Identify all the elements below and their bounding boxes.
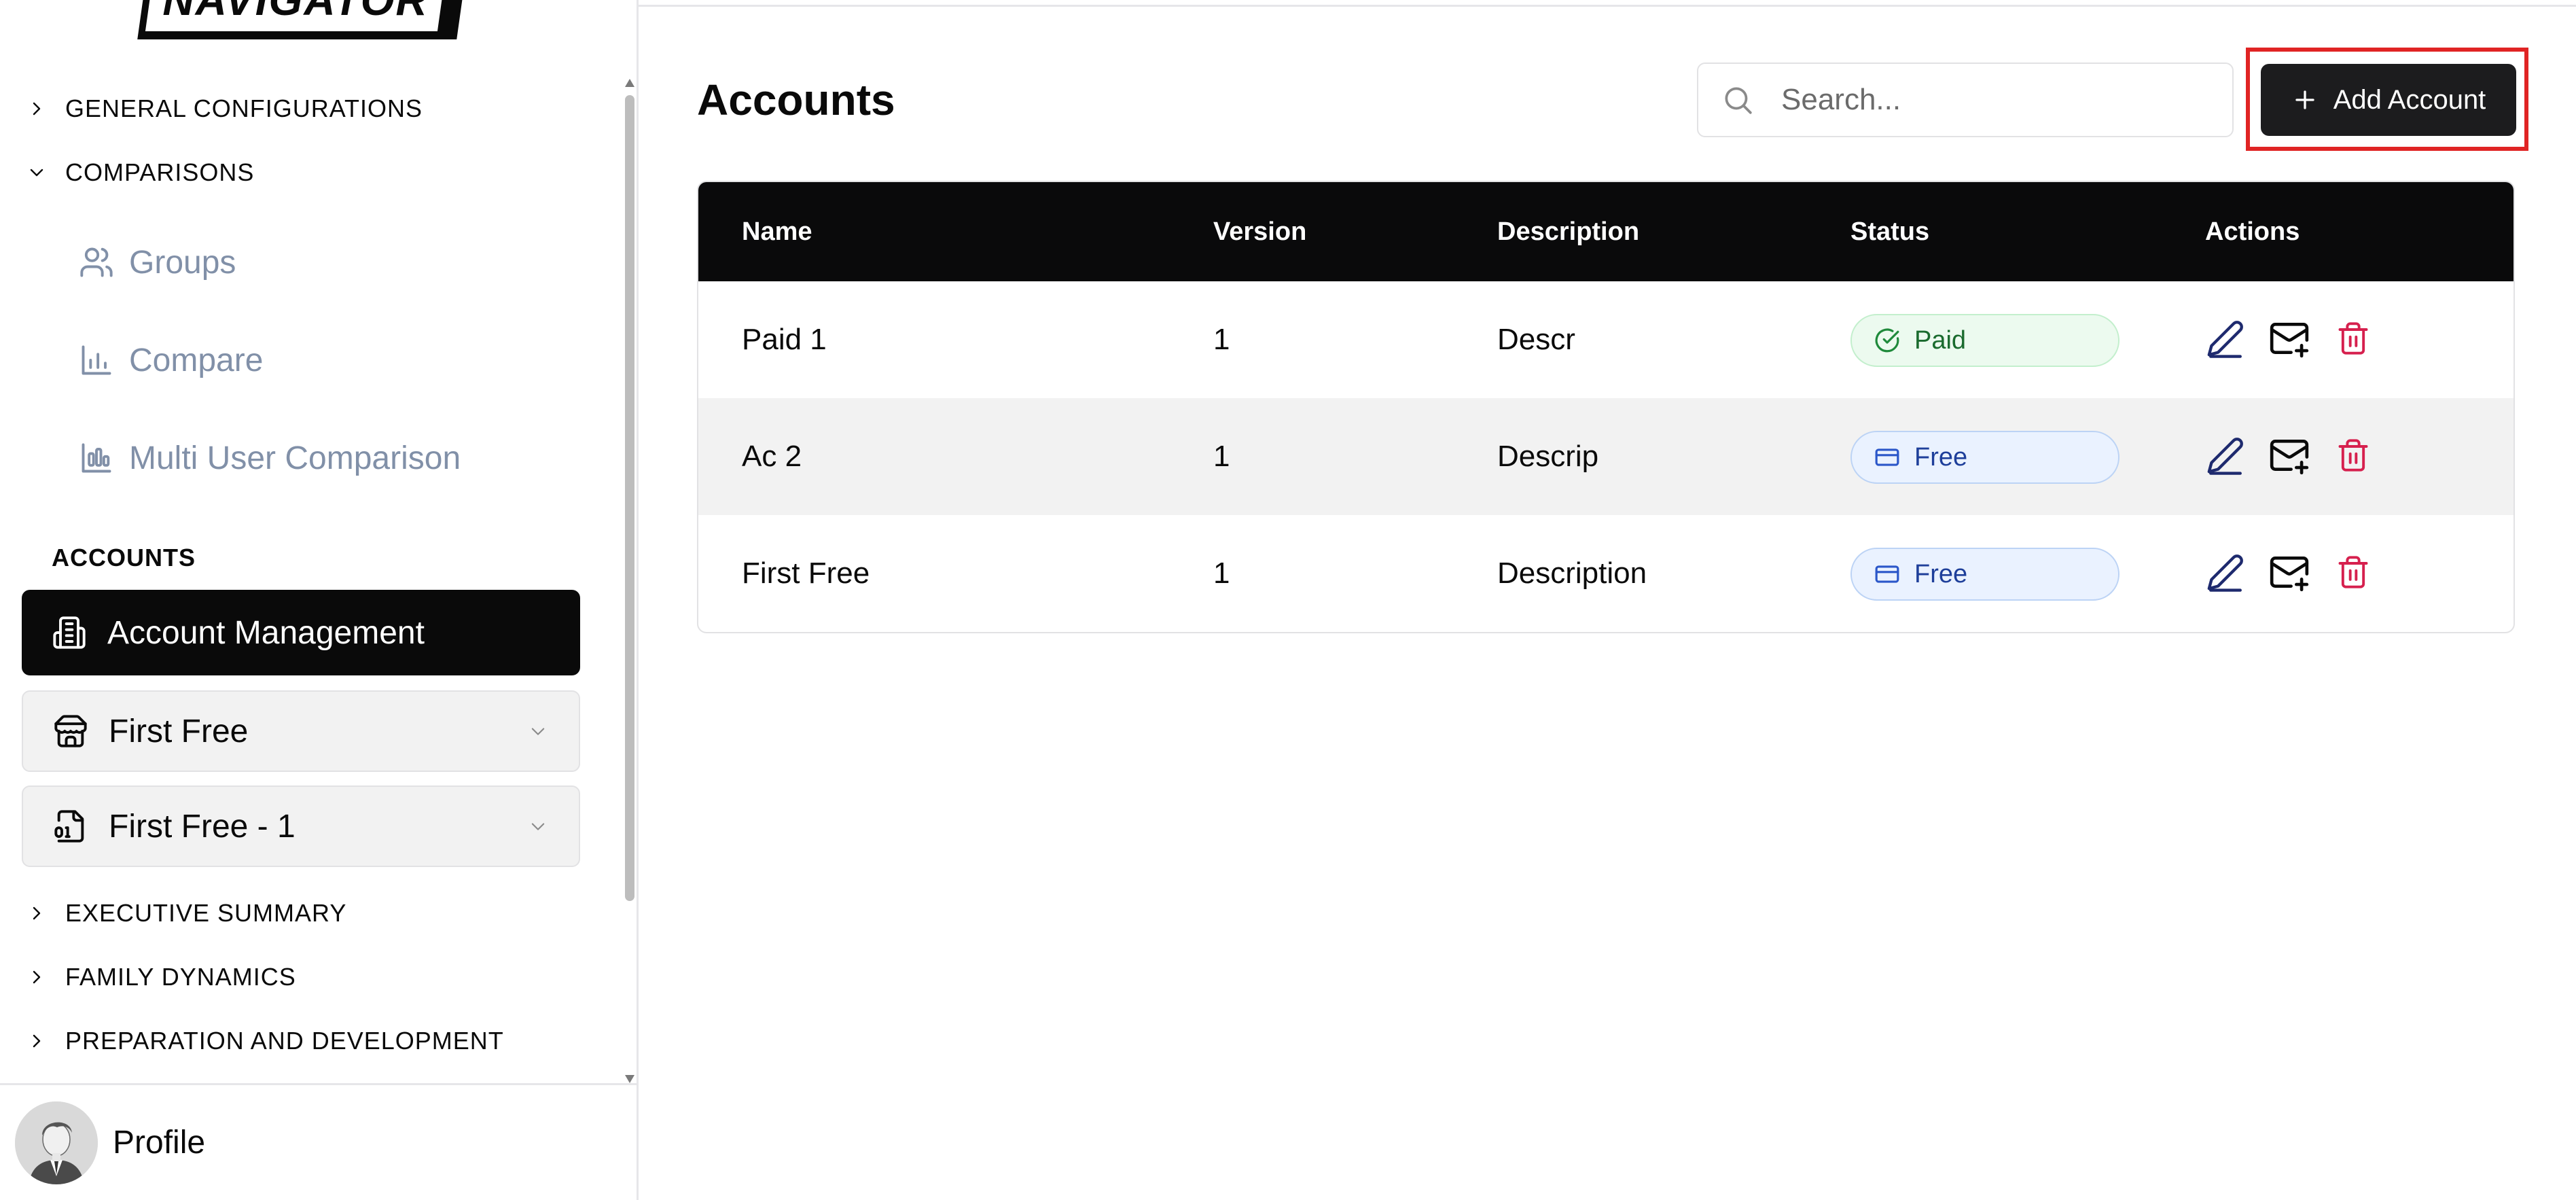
file-binary-icon [50,806,91,847]
page-title: Accounts [697,75,895,124]
column-header-name: Name [742,217,812,246]
table-row: Ac 2 1 Descrip Free [698,398,2514,515]
row-actions [2204,311,2395,366]
sidebar: NAVIGATOR GENERAL CONFIGURATIONS COMPARI… [0,0,639,1200]
version-select-value: First Free - 1 [109,808,296,845]
section-executive-summary[interactable]: EXECUTIVE SUMMARY [24,893,346,934]
profile-label: Profile [113,1125,206,1161]
cell-description: Description [1497,557,1647,590]
chevron-down-icon [524,813,552,840]
chevron-down-icon [24,160,49,185]
mail-plus-icon[interactable] [2268,550,2311,594]
chevron-right-icon [24,901,49,925]
section-label: EXECUTIVE SUMMARY [65,899,347,927]
search-box[interactable] [1697,63,2234,137]
section-label: FAMILY DYNAMICS [65,963,296,991]
cell-name: Ac 2 [742,440,802,473]
row-actions [2204,428,2395,482]
section-comparisons[interactable]: COMPARISONS [24,152,254,193]
nav-item-account-management[interactable]: Account Management [22,590,580,675]
search-icon [1719,81,1757,119]
section-label: GENERAL CONFIGURATIONS [65,94,423,122]
cell-version: 1 [1213,440,1230,473]
edit-icon[interactable] [2204,550,2247,594]
cell-name: Paid 1 [742,323,827,356]
nav-item-label: Compare [129,342,264,378]
section-label: COMPARISONS [65,158,255,186]
column-header-status: Status [1850,217,1930,246]
credit-card-icon [1874,561,1901,588]
chevron-right-icon [24,1029,49,1053]
column-header-version: Version [1213,217,1307,246]
status-badge: Free [1850,548,2119,601]
building-icon [49,612,90,653]
status-label: Paid [1914,325,1967,355]
scroll-down-arrow-icon[interactable] [625,1075,634,1083]
bar-chart-icon [76,340,117,381]
nav-item-label: Account Management [107,614,425,651]
logo: NAVIGATOR [137,0,465,39]
chevron-right-icon [24,965,49,989]
section-preparation-and-development[interactable]: PREPARATION AND DEVELOPMENT [24,1021,504,1061]
sidebar-scrollbar[interactable] [622,79,637,1083]
header-divider [639,0,2576,7]
chevron-right-icon [24,96,49,121]
row-actions [2204,545,2395,599]
cell-description: Descrip [1497,440,1599,473]
cell-name: First Free [742,557,870,590]
scroll-up-arrow-icon[interactable] [625,79,634,87]
table-header: Name Version Description Status Actions [698,182,2514,281]
accounts-heading: ACCOUNTS [52,544,196,571]
section-general-configurations[interactable]: GENERAL CONFIGURATIONS [24,88,423,129]
grouped-bar-chart-icon [76,438,117,478]
status-badge: Free [1850,431,2119,484]
trash-icon[interactable] [2331,317,2375,360]
cell-version: 1 [1213,323,1230,356]
chevron-down-icon [524,718,552,745]
status-label: Free [1914,442,1968,472]
accounts-table: Name Version Description Status Actions … [697,181,2515,633]
check-circle-icon [1874,327,1901,354]
cell-version: 1 [1213,557,1230,590]
logo-text: NAVIGATOR [162,0,429,24]
cell-description: Descr [1497,323,1575,356]
add-account-label: Add Account [2333,84,2486,115]
table-row: First Free 1 Description Free [698,515,2514,632]
profile-button[interactable]: Profile [0,1083,637,1200]
users-icon [76,242,117,283]
scrollbar-thumb[interactable] [625,95,634,901]
main-content: Accounts Add Account Name Version Descri… [639,0,2576,1200]
nav-item-label: Groups [129,244,236,281]
edit-icon[interactable] [2204,434,2247,477]
table-row: Paid 1 1 Descr Paid [698,281,2514,398]
plus-icon [2291,86,2319,113]
status-label: Free [1914,559,1968,588]
account-select[interactable]: First Free [22,690,580,772]
nav-item-label: Multi User Comparison [129,440,461,476]
column-header-actions: Actions [2205,217,2300,246]
edit-icon[interactable] [2204,317,2247,360]
add-account-button[interactable]: Add Account [2261,64,2516,136]
section-label: PREPARATION AND DEVELOPMENT [65,1027,504,1055]
avatar [15,1101,98,1184]
search-input[interactable] [1781,83,2216,117]
section-family-dynamics[interactable]: FAMILY DYNAMICS [24,957,296,998]
nav-item-multi-user-comparison[interactable]: Multi User Comparison [76,431,461,485]
mail-plus-icon[interactable] [2268,317,2311,360]
credit-card-icon [1874,444,1901,471]
store-icon [50,711,91,752]
trash-icon[interactable] [2331,550,2375,594]
nav-item-compare[interactable]: Compare [76,333,263,387]
trash-icon[interactable] [2331,434,2375,477]
status-badge: Paid [1850,314,2119,367]
version-select[interactable]: First Free - 1 [22,786,580,867]
column-header-description: Description [1497,217,1640,246]
mail-plus-icon[interactable] [2268,434,2311,477]
account-select-value: First Free [109,713,249,749]
nav-item-groups[interactable]: Groups [76,235,236,289]
